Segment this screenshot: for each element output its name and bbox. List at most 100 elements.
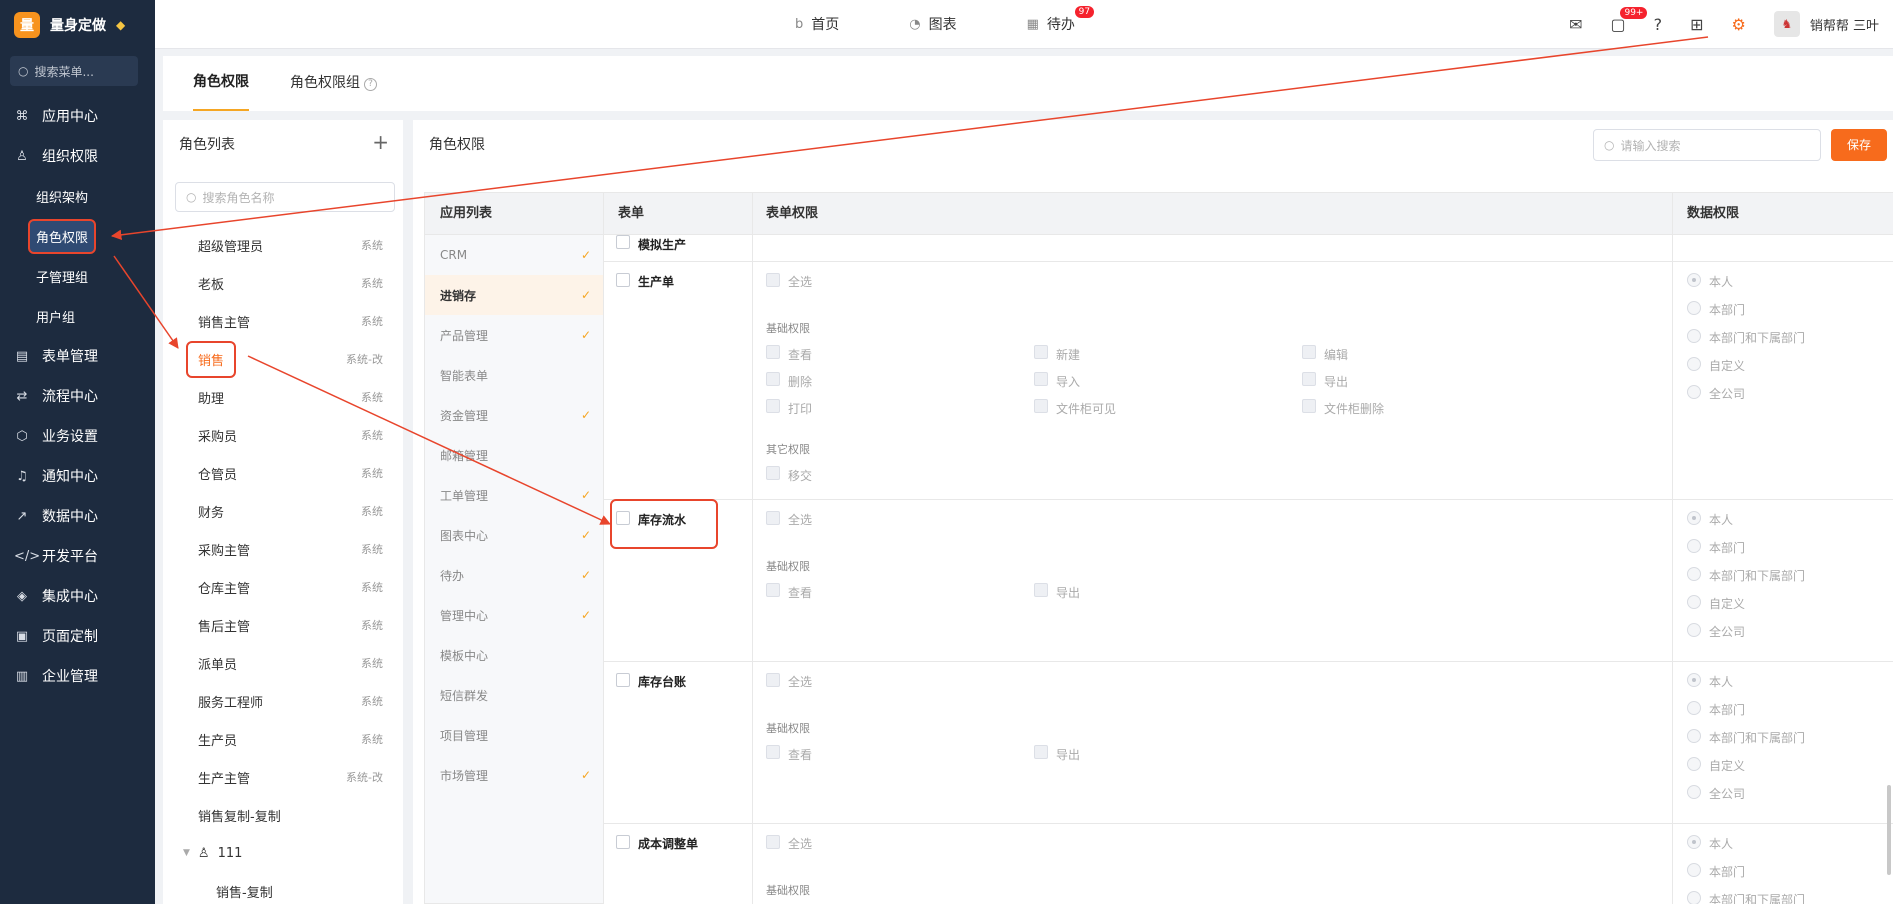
app-item[interactable]: 产品管理 ✓: [425, 315, 603, 355]
scope-radio[interactable]: [1687, 273, 1701, 287]
role-item[interactable]: 采购员 系统: [163, 416, 403, 454]
perm-checkbox[interactable]: [766, 466, 780, 480]
role-item[interactable]: 仓库主管 系统: [163, 568, 403, 606]
user-menu[interactable]: ♞ 销帮帮 三叶: [1773, 11, 1879, 37]
sidebar-sub-user-group[interactable]: 用户组: [0, 296, 155, 336]
perm-checkbox[interactable]: [1034, 583, 1048, 597]
perm-checkbox[interactable]: [1302, 345, 1316, 359]
sidebar-item-flow-center[interactable]: ⇄ 流程中心: [0, 376, 155, 416]
caret-down-icon[interactable]: ▼: [183, 848, 190, 858]
scope-radio[interactable]: [1687, 863, 1701, 877]
perm-checkbox[interactable]: [766, 745, 780, 759]
scope-radio[interactable]: [1687, 511, 1701, 525]
role-item[interactable]: 助理 系统: [163, 378, 403, 416]
select-all-checkbox[interactable]: [766, 511, 780, 525]
sidebar-item-enterprise[interactable]: ▥ 企业管理: [0, 656, 155, 696]
app-item[interactable]: 邮箱管理: [425, 435, 603, 475]
app-item[interactable]: 智能表单: [425, 355, 603, 395]
role-item[interactable]: 老板 系统: [163, 264, 403, 302]
form-checkbox[interactable]: [616, 673, 630, 687]
sidebar-item-app-center[interactable]: ⌘ 应用中心: [0, 96, 155, 136]
role-search-input[interactable]: ○ 搜索角色名称: [175, 182, 395, 212]
question-icon[interactable]: ?: [364, 78, 377, 91]
grid-icon[interactable]: ⊞: [1690, 15, 1703, 34]
app-item[interactable]: 工单管理 ✓: [425, 475, 603, 515]
select-all-checkbox[interactable]: [766, 835, 780, 849]
perm-checkbox[interactable]: [766, 372, 780, 386]
perm-search-input[interactable]: ○ 请输入搜索: [1593, 129, 1821, 161]
sidebar-item-data-center[interactable]: ↗ 数据中心: [0, 496, 155, 536]
scope-radio[interactable]: [1687, 835, 1701, 849]
role-item[interactable]: 服务工程师 系统: [163, 682, 403, 720]
app-item[interactable]: 模板中心: [425, 635, 603, 675]
sidebar-sub-org-structure[interactable]: 组织架构: [0, 176, 155, 216]
perm-checkbox[interactable]: [1302, 372, 1316, 386]
mail-icon[interactable]: ✉: [1569, 15, 1582, 34]
help-icon[interactable]: ?: [1654, 15, 1663, 34]
form-checkbox[interactable]: [616, 235, 630, 249]
scope-radio[interactable]: [1687, 891, 1701, 904]
role-group-node[interactable]: ▼ ♙ 111: [163, 834, 403, 872]
scope-radio[interactable]: [1687, 539, 1701, 553]
app-item[interactable]: 图表中心 ✓: [425, 515, 603, 555]
scope-radio[interactable]: [1687, 757, 1701, 771]
scope-radio[interactable]: [1687, 623, 1701, 637]
scope-radio[interactable]: [1687, 595, 1701, 609]
perm-checkbox[interactable]: [766, 345, 780, 359]
app-item[interactable]: 短信群发: [425, 675, 603, 715]
role-item[interactable]: 采购主管 系统: [163, 530, 403, 568]
select-all-checkbox[interactable]: [766, 273, 780, 287]
scrollbar[interactable]: [1887, 785, 1891, 875]
role-item[interactable]: 派单员 系统: [163, 644, 403, 682]
scope-radio[interactable]: [1687, 785, 1701, 799]
perm-checkbox[interactable]: [1034, 745, 1048, 759]
role-item[interactable]: 生产主管 系统-改: [163, 758, 403, 796]
message-icon[interactable]: ▢ 99+: [1610, 6, 1648, 34]
sidebar-item-dev-platform[interactable]: </> 开发平台: [0, 536, 155, 576]
select-all-checkbox[interactable]: [766, 673, 780, 687]
scope-radio[interactable]: [1687, 357, 1701, 371]
tab-role-perm-group[interactable]: 角色权限组?: [290, 56, 377, 111]
scope-radio[interactable]: [1687, 701, 1701, 715]
role-item[interactable]: 生产员 系统: [163, 720, 403, 758]
sidebar-item-biz-settings[interactable]: ⬡ 业务设置: [0, 416, 155, 456]
app-item[interactable]: CRM ✓: [425, 235, 603, 275]
role-item[interactable]: 超级管理员 系统: [163, 226, 403, 264]
perm-checkbox[interactable]: [1034, 399, 1048, 413]
role-item-selected[interactable]: 销售 系统-改: [163, 340, 403, 378]
nav-charts[interactable]: ◔ 图表: [909, 14, 956, 34]
scope-radio[interactable]: [1687, 673, 1701, 687]
role-item[interactable]: 销售主管 系统: [163, 302, 403, 340]
scope-radio[interactable]: [1687, 329, 1701, 343]
nav-todo[interactable]: ▦ 待办 97: [1027, 6, 1095, 34]
tab-role-perm[interactable]: 角色权限: [193, 56, 249, 111]
app-item[interactable]: 资金管理 ✓: [425, 395, 603, 435]
sidebar-item-integration[interactable]: ◈ 集成中心: [0, 576, 155, 616]
scope-radio[interactable]: [1687, 729, 1701, 743]
scope-radio[interactable]: [1687, 567, 1701, 581]
add-icon[interactable]: +: [372, 130, 389, 154]
nav-home[interactable]: b 首页: [795, 14, 839, 34]
app-item-active[interactable]: 进销存 ✓: [425, 275, 603, 315]
sidebar-item-org-perm[interactable]: ♙ 组织权限: [0, 136, 155, 176]
form-checkbox[interactable]: [616, 835, 630, 849]
role-item[interactable]: 销售复制-复制: [163, 796, 403, 834]
perm-checkbox[interactable]: [766, 399, 780, 413]
brand[interactable]: 量 量身定做 ◆: [14, 12, 125, 38]
sidebar-item-page-custom[interactable]: ▣ 页面定制: [0, 616, 155, 656]
sidebar-sub-role-perm[interactable]: 角色权限: [0, 216, 155, 256]
form-checkbox[interactable]: [616, 273, 630, 287]
perm-checkbox[interactable]: [1302, 399, 1316, 413]
role-item[interactable]: 售后主管 系统: [163, 606, 403, 644]
menu-search-input[interactable]: ○ 搜索菜单...: [10, 56, 138, 86]
sidebar-item-form-mgmt[interactable]: ▤ 表单管理: [0, 336, 155, 376]
app-item[interactable]: 管理中心 ✓: [425, 595, 603, 635]
role-item[interactable]: 仓管员 系统: [163, 454, 403, 492]
app-item[interactable]: 市场管理 ✓: [425, 755, 603, 795]
perm-checkbox[interactable]: [1034, 372, 1048, 386]
role-item[interactable]: 销售-复制: [163, 872, 403, 904]
app-item[interactable]: 待办 ✓: [425, 555, 603, 595]
sidebar-sub-sub-admin[interactable]: 子管理组: [0, 256, 155, 296]
scope-radio[interactable]: [1687, 301, 1701, 315]
scope-radio[interactable]: [1687, 385, 1701, 399]
